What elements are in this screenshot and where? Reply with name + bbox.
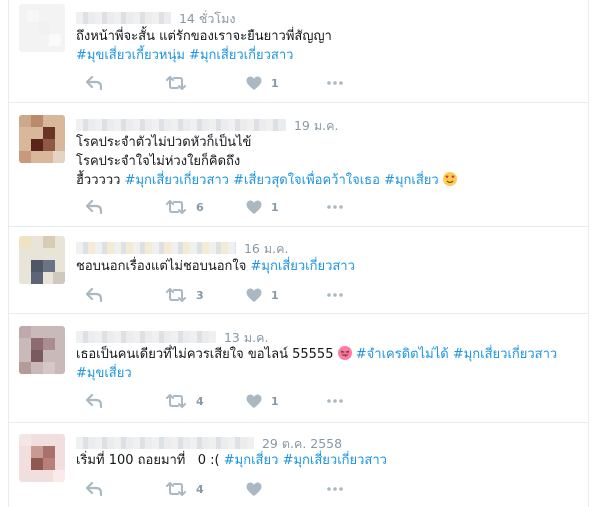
author-name-blurred[interactable]	[76, 331, 216, 343]
more-dots-icon	[327, 293, 343, 297]
avatar[interactable]	[19, 434, 65, 482]
hashtag-link[interactable]: #เสี่ยวสุดใจเพื่อคว้าใจเธอ	[233, 173, 380, 188]
tweet-3[interactable]: 16 ม.ค. ชอบนอกเรื่องแต่ไม่ชอบนอกใจ #มุกเ…	[9, 227, 588, 314]
hashtag-link[interactable]: #มุกเสี่ยว	[384, 173, 439, 188]
more-dots-icon	[327, 487, 343, 491]
tweet-4[interactable]: 13 ม.ค. เธอเป็นคนเดียวที่ไม่ควรเสียใจ ขอ…	[9, 314, 588, 423]
heart-eyes-emoji-icon	[442, 172, 457, 186]
avatar[interactable]	[19, 326, 65, 374]
timestamp[interactable]: 14 ชั่วโมง	[179, 11, 235, 26]
retweet-button[interactable]: 6	[165, 200, 204, 214]
heart-icon	[246, 76, 262, 90]
tweet-text: โรคประจำตัวไม่ปวดหัวก็เป็นไข้ โรคประจำใจ…	[76, 133, 581, 190]
reply-button[interactable]	[86, 482, 102, 496]
more-button[interactable]	[327, 399, 343, 403]
hashtag-link[interactable]: #มุขเสี่ยว	[76, 366, 132, 381]
reply-button[interactable]	[86, 200, 102, 214]
more-dots-icon	[327, 81, 343, 85]
tweet-2[interactable]: 19 ม.ค. โรคประจำตัวไม่ปวดหัวก็เป็นไข้ โร…	[9, 103, 588, 227]
like-button[interactable]	[246, 482, 271, 497]
reply-button[interactable]	[86, 288, 102, 302]
retweet-button[interactable]: 4	[165, 482, 204, 496]
hashtag-link[interactable]: #มุกเสี่ยวเกี่ยวสาว	[251, 259, 355, 274]
hashtag-link[interactable]: #มุกเสี่ยวเกี่ยวสาว	[125, 173, 229, 188]
author-name-blurred[interactable]	[76, 437, 254, 449]
like-button[interactable]: 1	[246, 394, 279, 409]
reply-icon	[86, 394, 102, 408]
heart-icon	[246, 288, 262, 302]
tweet-text-line: ถึงหน้าพี่จะสั้น แต่รักของเราจะยืนยาวพี่…	[76, 29, 332, 44]
timestamp[interactable]: 13 ม.ค.	[224, 330, 268, 345]
tweet-text-line: โรคประจำตัวไม่ปวดหัวก็เป็นไข้	[76, 135, 252, 150]
like-count: 1	[271, 395, 279, 408]
like-count: 1	[271, 77, 279, 90]
like-count: 1	[271, 289, 279, 302]
tweet-1[interactable]: 14 ชั่วโมง ถึงหน้าพี่จะสั้น แต่รักของเรา…	[9, 0, 588, 103]
retweet-button[interactable]: 4	[165, 394, 204, 408]
retweet-icon	[166, 482, 186, 496]
hashtag-link[interactable]: #จำเครดิตไม่ได้	[356, 347, 449, 362]
retweet-icon	[166, 76, 186, 90]
tweet-text-line: ฮื้ววววว	[76, 173, 121, 188]
tweet-text: ถึงหน้าพี่จะสั้น แต่รักของเราจะยืนยาวพี่…	[76, 27, 581, 65]
more-button[interactable]	[327, 293, 343, 297]
reply-icon	[86, 200, 102, 214]
retweet-icon	[166, 288, 186, 302]
tweet-text: ชอบนอกเรื่องแต่ไม่ชอบนอกใจ #มุกเสี่ยวเกี…	[76, 257, 581, 276]
author-name-blurred[interactable]	[76, 242, 236, 254]
reply-button[interactable]	[86, 76, 102, 90]
reply-icon	[86, 76, 102, 90]
retweet-count: 3	[196, 288, 204, 302]
hashtag-link[interactable]: #มุกเสี่ยว	[224, 453, 279, 468]
reply-icon	[86, 482, 102, 496]
reply-button[interactable]	[86, 394, 102, 408]
like-button[interactable]: 1	[246, 76, 279, 91]
hashtag-link[interactable]: #มุกเสี่ยวเกี่ยวสาว	[283, 453, 387, 468]
more-button[interactable]	[327, 81, 343, 85]
tongue-wink-emoji-icon	[337, 346, 352, 360]
hashtag-link[interactable]: #มุกเสี่ยวเกี่ยวสาว	[189, 48, 293, 63]
more-button[interactable]	[327, 205, 343, 209]
like-button[interactable]: 1	[246, 200, 279, 215]
tweet-5[interactable]: 29 ต.ค. 2558 เริ่มที่ 100 ถอยมาที่ 0 :( …	[9, 423, 588, 507]
retweet-icon	[166, 200, 186, 214]
timestamp[interactable]: 29 ต.ค. 2558	[262, 436, 342, 451]
like-button[interactable]: 1	[246, 288, 279, 303]
reply-icon	[86, 288, 102, 302]
tweet-text: เริ่มที่ 100 ถอยมาที่ 0 :( #มุกเสี่ยว #ม…	[76, 451, 581, 470]
tweet-header: 14 ชั่วโมง	[76, 9, 235, 29]
tweet-text-line: ชอบนอกเรื่องแต่ไม่ชอบนอกใจ	[76, 259, 247, 274]
author-name-blurred[interactable]	[76, 12, 171, 24]
timestamp[interactable]: 19 ม.ค.	[294, 118, 338, 133]
tweet-text-line: เธอเป็นคนเดียวที่ไม่ควรเสียใจ ขอไลน์ 555…	[76, 347, 334, 362]
tweet-text-line: เริ่มที่ 100 ถอยมาที่ 0 :(	[76, 453, 220, 468]
tweet-text-line: โรคประจำใจไม่ห่วงใยก็คิดถึง	[76, 154, 241, 169]
like-count: 1	[271, 201, 279, 214]
avatar[interactable]	[19, 236, 65, 284]
author-name-blurred[interactable]	[76, 119, 286, 131]
avatar[interactable]	[19, 4, 65, 52]
timeline: 14 ชั่วโมง ถึงหน้าพี่จะสั้น แต่รักของเรา…	[8, 0, 589, 507]
timestamp[interactable]: 16 ม.ค.	[244, 241, 288, 256]
tweet-text: เธอเป็นคนเดียวที่ไม่ควรเสียใจ ขอไลน์ 555…	[76, 345, 581, 383]
retweet-count: 4	[196, 482, 204, 496]
retweet-count: 4	[196, 394, 204, 408]
more-dots-icon	[327, 399, 343, 403]
heart-icon	[246, 482, 262, 496]
heart-icon	[246, 200, 262, 214]
tweet-header: 16 ม.ค.	[76, 239, 288, 259]
retweet-button[interactable]: 3	[165, 288, 204, 302]
avatar[interactable]	[19, 115, 65, 163]
heart-icon	[246, 394, 262, 408]
more-dots-icon	[327, 205, 343, 209]
retweet-icon	[166, 394, 186, 408]
retweet-count: 6	[196, 200, 204, 214]
retweet-button[interactable]	[165, 76, 196, 90]
hashtag-link[interactable]: #มุกเสี่ยวเกี่ยวสาว	[453, 347, 557, 362]
more-button[interactable]	[327, 487, 343, 491]
hashtag-link[interactable]: #มุขเสี่ยวเกี้ยวหนุ่ม	[76, 48, 185, 63]
